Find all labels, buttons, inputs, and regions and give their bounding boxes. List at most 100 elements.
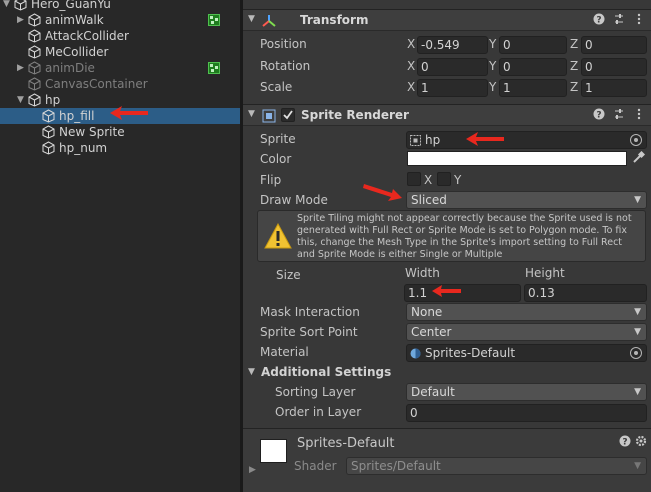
hierarchy-item[interactable]: ▼ Hero_GuanYu	[0, 0, 240, 12]
shader-fold-icon[interactable]: ▶	[249, 465, 256, 475]
hierarchy-item[interactable]: New Sprite	[0, 124, 240, 140]
more-options-icon[interactable]	[633, 108, 645, 122]
position-y-axis: Y	[489, 37, 497, 51]
gameobject-cube-icon	[28, 29, 41, 43]
height-label: Height	[525, 266, 565, 280]
annotation-arrow-width	[432, 285, 461, 297]
hierarchy-item-label: animWalk	[45, 13, 104, 27]
scale-y-field[interactable]: 1	[499, 79, 567, 97]
sorting-layer-value: Default	[411, 385, 455, 399]
sorting-layer-label: Sorting Layer	[275, 385, 356, 399]
sprite-renderer-enabled-checkbox[interactable]	[281, 108, 295, 122]
fold-arrow-icon[interactable]: ▼	[248, 14, 255, 24]
prefab-override-icon[interactable]	[208, 14, 220, 26]
presets-icon[interactable]	[613, 13, 625, 27]
transform-header-icons: ?	[593, 13, 645, 27]
material-object-field[interactable]: Sprites-Default	[406, 344, 647, 362]
hierarchy-item[interactable]: AttackCollider	[0, 28, 240, 44]
position-x-field[interactable]: -0.549	[417, 36, 488, 54]
hierarchy-item[interactable]: MeCollider	[0, 44, 240, 60]
sprite-renderer-icon	[262, 109, 276, 123]
svg-text:?: ?	[596, 111, 601, 121]
material-value: Sprites-Default	[425, 346, 516, 360]
transform-icon	[262, 15, 276, 27]
eyedropper-icon[interactable]	[631, 151, 645, 165]
hierarchy-item[interactable]: ▶ animWalk	[0, 12, 240, 28]
position-y-field[interactable]: 0	[499, 36, 567, 54]
size-label: Size	[276, 268, 301, 282]
hierarchy-item-label: animDie	[45, 61, 95, 75]
mask-interaction-dropdown[interactable]: None ▼	[406, 303, 647, 321]
flip-y-checkbox[interactable]	[437, 172, 451, 186]
sprite-value: hp	[425, 133, 441, 147]
sprite-sort-point-dropdown[interactable]: Center ▼	[406, 323, 647, 341]
flip-x-checkbox[interactable]	[407, 172, 421, 186]
size-height-field[interactable]: 0.13	[524, 284, 647, 302]
sorting-layer-dropdown[interactable]: Default ▼	[406, 383, 647, 401]
shader-dropdown[interactable]: Sprites/Default ▼	[346, 457, 647, 475]
rotation-z-field[interactable]: 0	[581, 58, 647, 76]
collapsed-arrow-icon[interactable]: ▶	[17, 60, 27, 76]
gameobject-cube-icon	[28, 45, 41, 59]
chevron-down-icon: ▼	[634, 327, 641, 337]
position-label: Position	[260, 37, 307, 51]
hierarchy-item-label: hp	[45, 93, 61, 107]
settings-gear-icon[interactable]	[635, 435, 647, 449]
help-icon[interactable]: ?	[619, 435, 631, 449]
color-field[interactable]	[407, 151, 627, 166]
sprite-renderer-header[interactable]: ▼ Sprite Renderer ?	[243, 104, 651, 126]
sprite-sort-point-label: Sprite Sort Point	[260, 325, 358, 339]
position-z-field[interactable]: 0	[581, 36, 647, 54]
help-icon[interactable]: ?	[593, 13, 605, 27]
more-options-icon[interactable]	[633, 13, 645, 27]
chevron-down-icon: ▼	[634, 461, 641, 471]
fold-arrow-icon[interactable]: ▼	[248, 109, 255, 119]
help-icon[interactable]: ?	[593, 108, 605, 122]
hierarchy-item[interactable]: hp_num	[0, 140, 240, 156]
annotation-arrow-sprite	[466, 132, 504, 146]
presets-icon[interactable]	[613, 108, 625, 122]
draw-mode-dropdown[interactable]: Sliced ▼	[406, 191, 647, 209]
scale-x-field[interactable]: 1	[417, 79, 488, 97]
draw-mode-value: Sliced	[411, 193, 447, 207]
gameobject-cube-icon	[28, 61, 41, 75]
annotation-arrow-draw-mode	[363, 184, 402, 201]
order-in-layer-field[interactable]: 0	[406, 404, 647, 422]
additional-settings-fold-icon[interactable]: ▼	[248, 367, 255, 377]
hierarchy-panel: ▼ Hero_GuanYu ▶ animWalk AttackCollider MeCol…	[0, 0, 240, 492]
hierarchy-item[interactable]: CanvasContainer	[0, 76, 240, 92]
transform-header[interactable]: ▼ Transform ?	[243, 9, 651, 31]
scale-z-field[interactable]: 1	[581, 79, 647, 97]
gameobject-cube-icon	[42, 109, 55, 123]
position-x-axis: X	[407, 37, 416, 51]
collapsed-arrow-icon[interactable]: ▶	[17, 12, 27, 28]
additional-settings-label[interactable]: Additional Settings	[261, 365, 391, 379]
size-width-field[interactable]: 1.1	[404, 284, 521, 302]
hierarchy-item-label: hp_num	[59, 141, 108, 155]
object-picker-icon[interactable]	[630, 347, 642, 359]
expanded-arrow-icon[interactable]: ▼	[3, 0, 13, 12]
material-preview-name: Sprites-Default	[297, 436, 395, 451]
material-preview-swatch	[260, 439, 287, 463]
sprite-object-field[interactable]: hp	[406, 131, 647, 149]
rotation-z-axis: Z	[570, 59, 579, 73]
mask-interaction-value: None	[411, 305, 443, 319]
prefab-override-icon[interactable]	[208, 62, 220, 74]
warning-message: Sprite Tiling might not appear correctly…	[297, 213, 632, 260]
material-label: Material	[260, 345, 309, 359]
sprite-renderer-title: Sprite Renderer	[301, 108, 409, 122]
object-picker-icon[interactable]	[630, 134, 642, 146]
transform-title: Transform	[300, 13, 369, 27]
flip-x-label: X	[424, 173, 433, 187]
rotation-x-field[interactable]: 0	[417, 58, 488, 76]
sprite-asset-icon	[410, 135, 421, 146]
expanded-arrow-icon[interactable]: ▼	[17, 92, 27, 108]
hierarchy-item-label: MeCollider	[45, 45, 109, 59]
shader-label: Shader	[294, 459, 337, 473]
flip-y-label: Y	[454, 173, 462, 187]
rotation-y-field[interactable]: 0	[499, 58, 567, 76]
svg-text:?: ?	[596, 16, 601, 26]
gameobject-cube-icon	[14, 0, 27, 11]
hierarchy-item[interactable]: ▶ animDie	[0, 60, 240, 76]
material-asset-icon	[410, 348, 421, 359]
